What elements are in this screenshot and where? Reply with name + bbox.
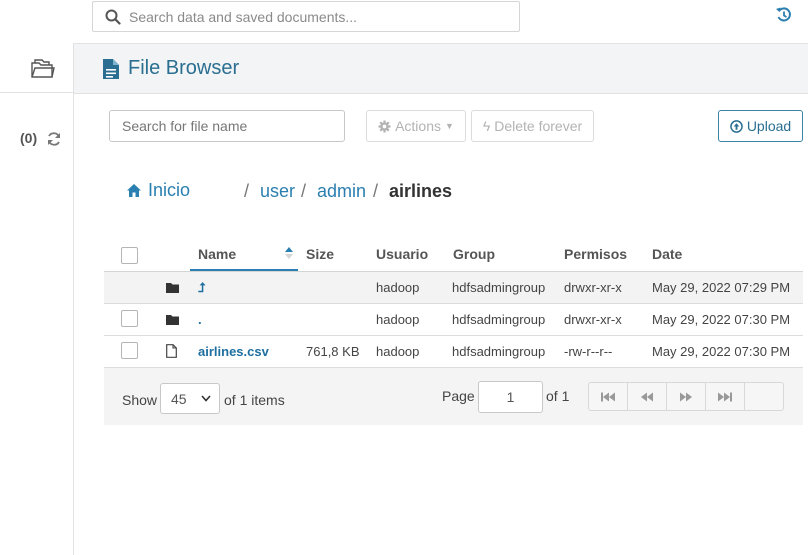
owner-cell: hadoop: [376, 280, 420, 295]
gear-icon: [378, 119, 391, 133]
refresh-icon[interactable]: [46, 131, 62, 147]
date-cell: May 29, 2022 07:29 PM: [652, 280, 791, 295]
file-name-link[interactable]: .: [198, 312, 202, 327]
items-count: of 1 items: [224, 392, 285, 408]
column-header-size[interactable]: Size: [306, 246, 334, 262]
table-row[interactable]: ⮥ hadoop hdfsadmingroup drwxr-xr-x May 2…: [104, 272, 803, 304]
delete-forever-label: Delete forever: [494, 118, 583, 134]
column-header-permissions[interactable]: Permisos: [564, 246, 627, 262]
table-row[interactable]: airlines.csv 761,8 KB hadoop hdfsadmingr…: [104, 336, 803, 368]
permissions-cell: drwxr-xr-x: [564, 280, 622, 295]
history-icon[interactable]: [774, 5, 794, 25]
sort-icon[interactable]: [284, 246, 294, 263]
bolt-icon: ϟ: [482, 118, 491, 134]
folder-icon: [166, 315, 179, 325]
show-label: Show: [122, 392, 158, 408]
breadcrumb-separator: /: [373, 181, 379, 201]
page-number-input[interactable]: 1: [478, 381, 543, 413]
file-name-link[interactable]: ⮥: [198, 280, 206, 296]
table-row[interactable]: . hadoop hdfsadmingroup drwxr-xr-x May 2…: [104, 304, 803, 336]
group-cell: hdfsadmingroup: [452, 344, 546, 359]
actions-button[interactable]: Actions ▼: [366, 110, 466, 142]
global-search-input[interactable]: [127, 7, 519, 26]
page-size-value: 45: [171, 390, 187, 407]
previous-page-button[interactable]: [628, 383, 667, 410]
home-icon: [127, 184, 141, 197]
first-page-icon: [601, 392, 615, 401]
group-cell: hdfsadmingroup: [452, 312, 546, 327]
next-page-button[interactable]: [667, 383, 706, 410]
owner-cell: hadoop: [376, 344, 420, 359]
rail-divider: [0, 92, 74, 93]
breadcrumb-item-admin[interactable]: admin: [317, 181, 366, 202]
app-header: File Browser: [74, 43, 808, 94]
folder-icon: [166, 283, 179, 293]
global-search-box[interactable]: [92, 1, 520, 32]
file-icon: [166, 344, 177, 358]
page-label: Page: [442, 388, 475, 404]
file-name-search-input[interactable]: [109, 110, 345, 142]
job-count: (0): [20, 130, 38, 146]
chevron-down-icon: [201, 395, 211, 402]
permissions-cell: drwxr-xr-x: [564, 312, 622, 327]
breadcrumb-item-current: airlines: [389, 181, 453, 201]
breadcrumb-home[interactable]: Inicio: [126, 180, 190, 201]
next-page-icon: [680, 392, 692, 401]
first-page-button[interactable]: [589, 383, 628, 410]
caret-down-icon: ▼: [445, 121, 454, 131]
permissions-cell: -rw-r--r--: [564, 344, 613, 359]
breadcrumb-separator: /: [244, 181, 250, 201]
previous-page-icon: [641, 392, 653, 401]
actions-label: Actions: [395, 118, 441, 134]
delete-forever-button[interactable]: ϟ Delete forever: [471, 110, 594, 142]
left-rail: (0): [0, 43, 74, 555]
file-browser-rail-icon[interactable]: [29, 55, 55, 81]
column-header-date[interactable]: Date: [652, 246, 682, 262]
row-checkbox[interactable]: [121, 310, 138, 327]
upload-button[interactable]: Upload: [718, 110, 803, 142]
breadcrumb-home-label: Inicio: [148, 180, 191, 200]
column-header-name[interactable]: Name: [198, 246, 236, 262]
upload-circle-icon: [729, 119, 743, 133]
select-all-checkbox[interactable]: [121, 247, 138, 264]
breadcrumb-item-user[interactable]: user: [260, 181, 295, 202]
upload-label: Upload: [746, 118, 792, 134]
date-cell: May 29, 2022 07:30 PM: [652, 312, 791, 327]
column-header-user[interactable]: Usuario: [376, 246, 428, 262]
size-cell: 761,8 KB: [306, 344, 360, 359]
page-title: File Browser: [128, 57, 240, 79]
pager-buttons: [588, 382, 784, 411]
last-page-icon: [718, 392, 732, 401]
document-icon: [103, 59, 119, 79]
page-size-select[interactable]: 45: [160, 383, 220, 414]
row-checkbox[interactable]: [121, 342, 138, 359]
last-page-button[interactable]: [706, 383, 745, 410]
group-cell: hdfsadmingroup: [452, 280, 546, 295]
date-cell: May 29, 2022 07:30 PM: [652, 344, 791, 359]
breadcrumb-separator: /: [301, 181, 307, 201]
column-header-group[interactable]: Group: [453, 246, 495, 262]
page-total: of 1: [546, 388, 570, 404]
file-name-link[interactable]: airlines.csv: [198, 344, 269, 359]
owner-cell: hadoop: [376, 312, 420, 327]
pagination-bar: Show 45 of 1 items Page 1 of 1: [104, 368, 803, 425]
search-icon: [105, 9, 121, 25]
